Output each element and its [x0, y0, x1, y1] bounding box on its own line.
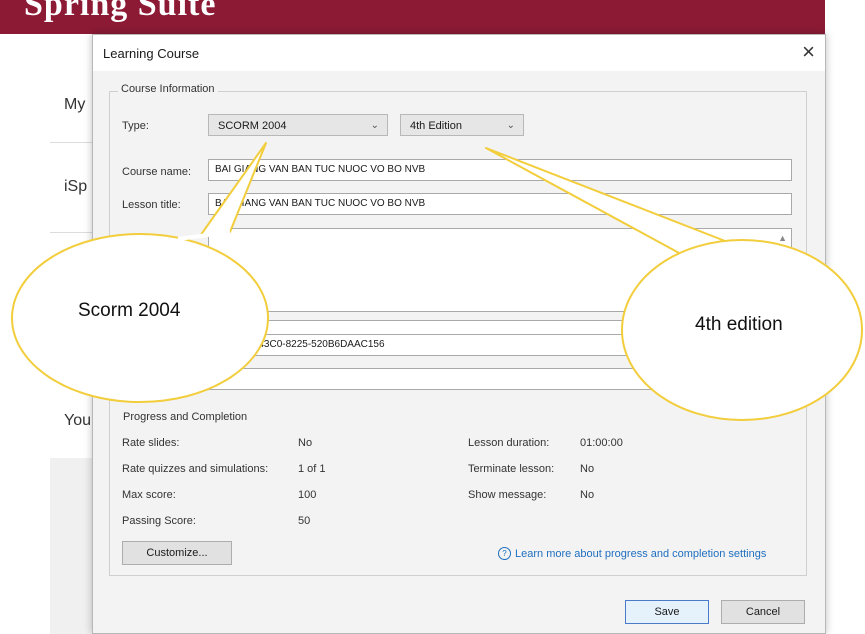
callout-left-text: Scorm 2004: [78, 300, 181, 321]
callout-left-bubble: [11, 142, 269, 403]
callout-right-bubble: [485, 147, 863, 421]
callout-right-text: 4th edition: [695, 314, 783, 335]
